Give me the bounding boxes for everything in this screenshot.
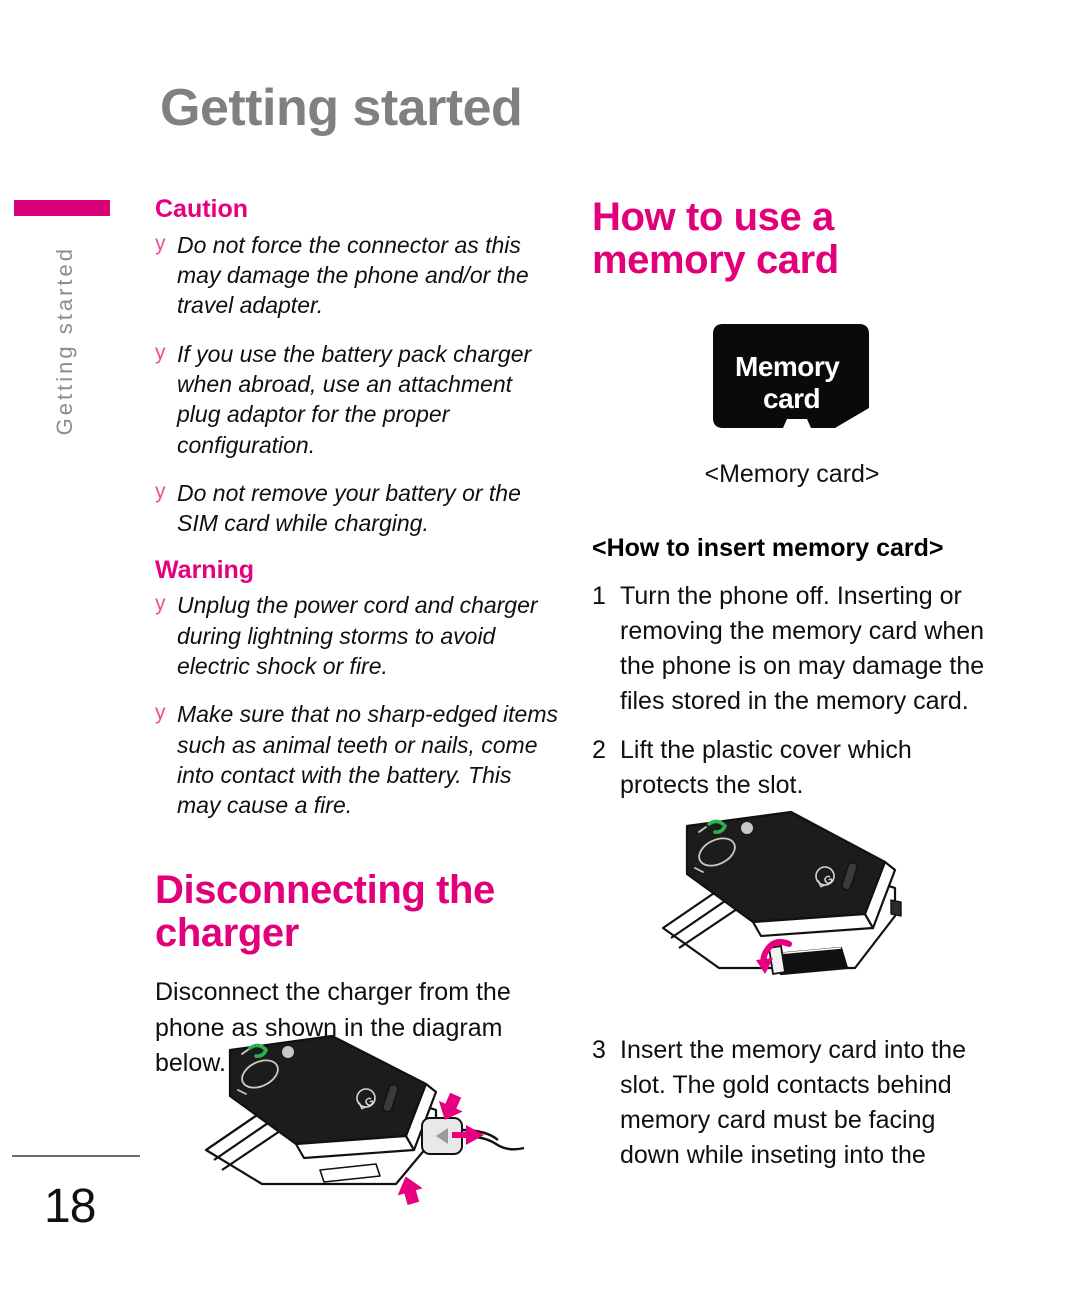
disconnecting-charger-heading: Disconnecting the charger [155, 867, 495, 955]
list-item: 1 Turn the phone off. Inserting or remov… [592, 579, 992, 719]
step-number: 2 [592, 736, 606, 765]
list-item: y If you use the battery pack charger wh… [155, 339, 559, 460]
phone-charger-disconnect-diagram: LG [200, 1032, 550, 1207]
microsd-memory-card-illustration: Memory card [713, 324, 869, 429]
memory-card-heading: How to use a memory card [592, 195, 839, 283]
bullet-marker-icon: y [155, 701, 166, 725]
memory-card-caption: <Memory card> [704, 460, 880, 489]
how-to-insert-subheading: <How to insert memory card> [592, 534, 944, 563]
step-text: Insert the memory card into the slot. Th… [620, 1036, 966, 1170]
step-text: Lift the plastic cover which protects th… [620, 736, 912, 800]
step-number: 3 [592, 1036, 606, 1065]
phone-memory-card-slot-diagram: LG [655, 808, 1005, 1013]
list-item-text: Unplug the power cord and charger during… [177, 592, 538, 679]
list-item: y Make sure that no sharp-edged items su… [155, 699, 559, 820]
step-number: 1 [592, 582, 606, 611]
warning-list: y Unplug the power cord and charger duri… [155, 590, 559, 821]
insert-steps-list-continued: 3 Insert the memory card into the slot. … [592, 1033, 992, 1173]
warning-heading: Warning [155, 555, 255, 584]
caution-heading: Caution [155, 195, 249, 223]
list-item: y Do not force the connector as this may… [155, 230, 559, 321]
list-item: y Do not remove your battery or the SIM … [155, 478, 559, 539]
right-column: How to use a memory card Memory card <Me… [592, 195, 992, 1187]
list-item-text: If you use the battery pack charger when… [177, 340, 532, 458]
svg-text:card: card [763, 383, 820, 414]
side-tab-color-bar [14, 200, 110, 216]
memory-card-art-wrap: Memory card [592, 320, 992, 438]
folio-rule [12, 1155, 140, 1157]
page-title: Getting started [160, 79, 523, 137]
list-item: 3 Insert the memory card into the slot. … [592, 1033, 992, 1173]
list-item: 2 Lift the plastic cover which protects … [592, 733, 992, 803]
bullet-marker-icon: y [155, 231, 166, 255]
list-item-text: Do not force the connector as this may d… [177, 231, 529, 319]
bullet-marker-icon: y [155, 340, 166, 364]
memory-card-art-line1: Memory [735, 351, 840, 382]
caution-block: Caution y Do not force the connector as … [155, 195, 559, 539]
bullet-marker-icon: y [155, 480, 166, 504]
side-tab-label: Getting started [52, 246, 77, 436]
caution-list: y Do not force the connector as this may… [155, 230, 559, 539]
folio: 18 [12, 1155, 142, 1234]
list-item-text: Do not remove your battery or the SIM ca… [177, 480, 521, 537]
warning-block: Warning y Unplug the power cord and char… [155, 555, 559, 821]
step-text: Turn the phone off. Inserting or removin… [620, 582, 985, 716]
left-column: Caution y Do not force the connector as … [155, 195, 559, 1082]
page-number: 18 [44, 1180, 96, 1233]
side-tab: Getting started [14, 200, 110, 435]
insert-steps-list: 1 Turn the phone off. Inserting or remov… [592, 579, 992, 803]
list-item-text: Make sure that no sharp-edged items such… [177, 701, 558, 819]
bullet-marker-icon: y [155, 592, 166, 616]
list-item: y Unplug the power cord and charger duri… [155, 590, 559, 681]
